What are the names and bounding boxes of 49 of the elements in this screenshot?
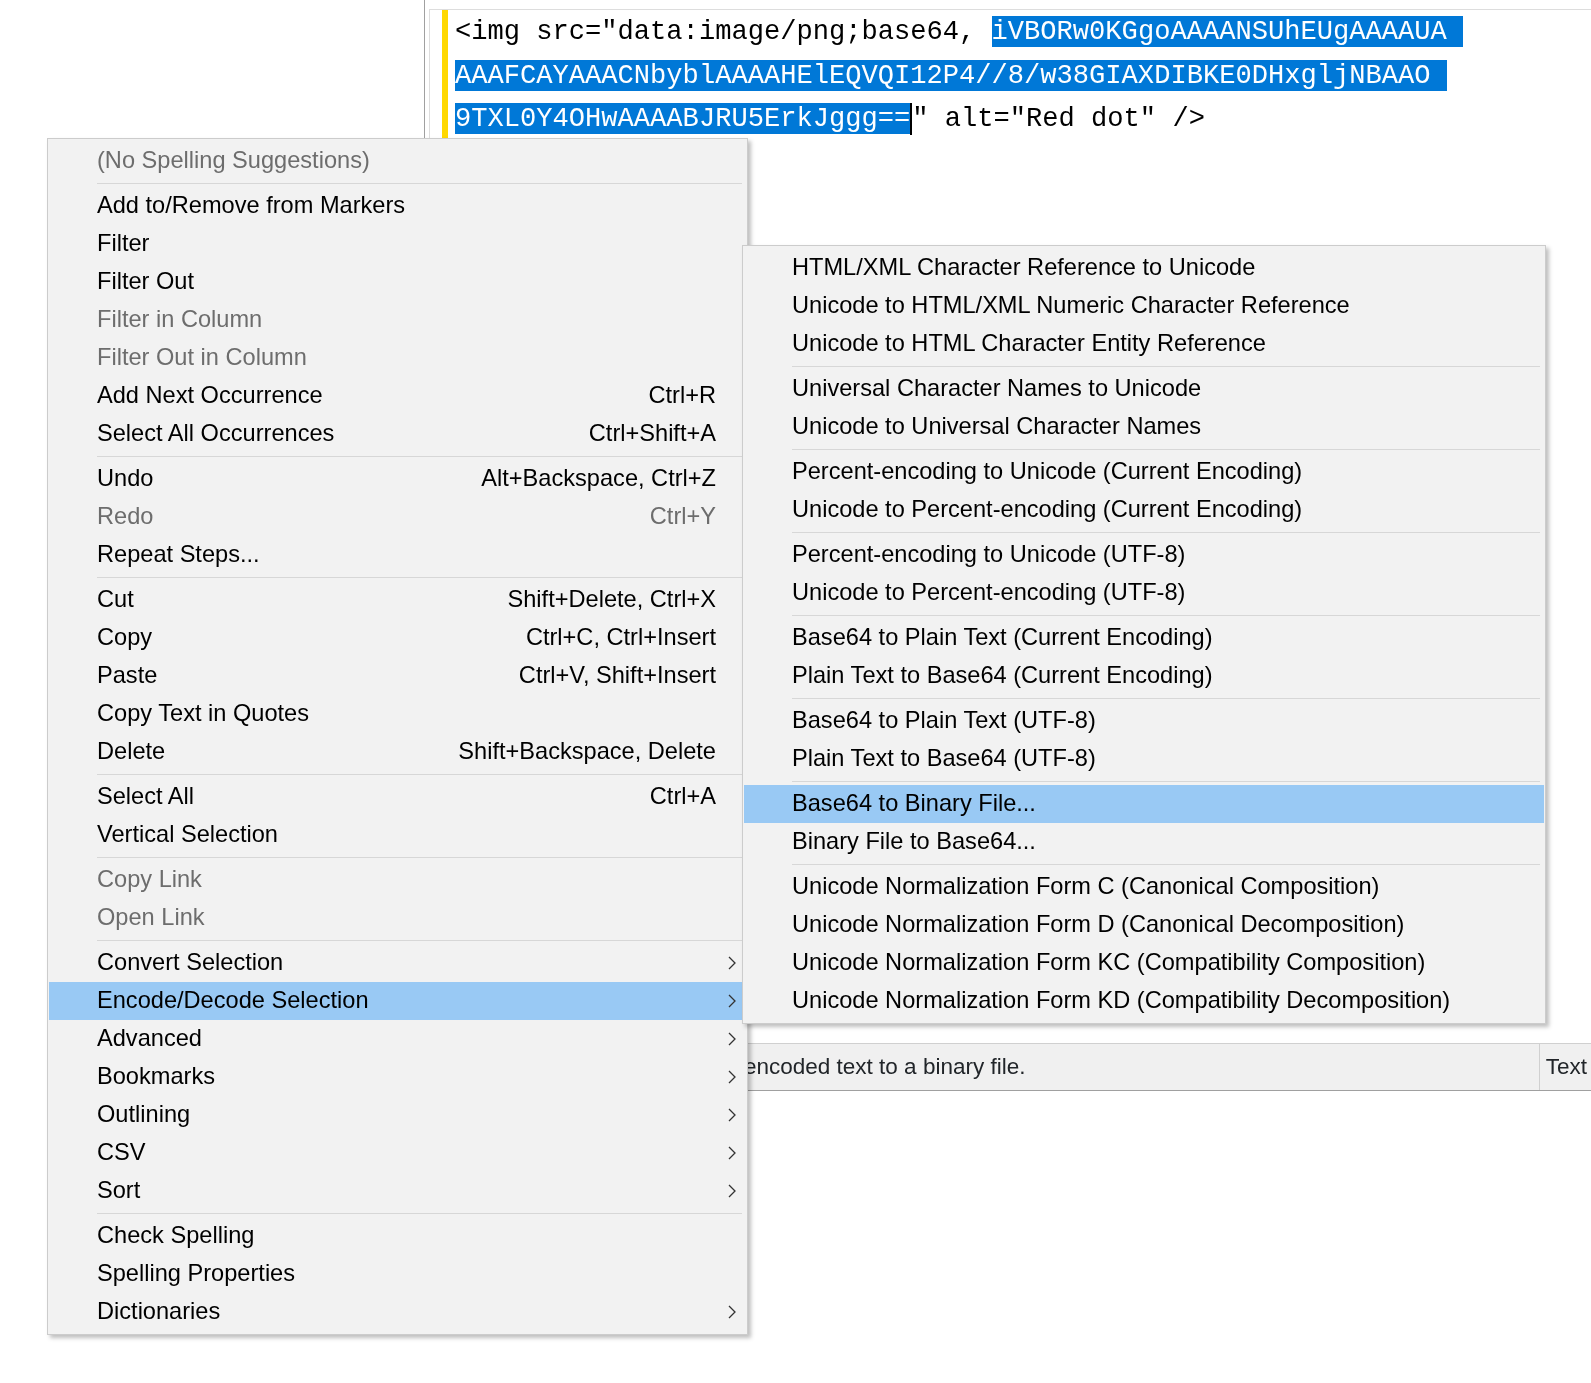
menu-item[interactable]: Select All Ctrl+A [49, 778, 746, 816]
code-text: " alt="Red dot" /> [912, 103, 1205, 134]
menu-item[interactable]: Add to/Remove from Markers [49, 187, 746, 225]
menu-item[interactable]: Dictionaries [49, 1293, 746, 1331]
menu-item[interactable]: Plain Text to Base64 (UTF-8) [744, 740, 1544, 778]
menu-item[interactable]: Universal Character Names to Unicode [744, 370, 1544, 408]
menu-item[interactable]: Spelling Properties [49, 1255, 746, 1293]
menu-item[interactable]: Copy Ctrl+C, Ctrl+Insert [49, 619, 746, 657]
menu-item[interactable]: Base64 to Binary File... [744, 785, 1544, 823]
menu-item[interactable]: Advanced [49, 1020, 746, 1058]
menu-item[interactable]: Select All Occurrences Ctrl+Shift+A [49, 415, 746, 453]
selected-text: 9TXL0Y4OHwAAAABJRU5ErkJggg== [455, 103, 911, 134]
menu-item[interactable]: Percent-encoding to Unicode (UTF-8) [744, 536, 1544, 574]
menu-item[interactable]: Vertical Selection [49, 816, 746, 854]
mode-indicator: Text [1538, 1044, 1591, 1090]
menu-item[interactable]: Convert Selection [49, 944, 746, 982]
menu-item[interactable]: Binary File to Base64... [744, 823, 1544, 861]
menu-item[interactable]: Unicode to HTML Character Entity Reference [744, 325, 1544, 363]
menu-item[interactable]: Copy Text in Quotes [49, 695, 746, 733]
menu-item[interactable]: Unicode Normalization Form C (Canonical Composition) [744, 868, 1544, 906]
menu-item[interactable]: Unicode to HTML/XML Numeric Character Reference [744, 287, 1544, 325]
menu-item[interactable]: Delete Shift+Backspace, Delete [49, 733, 746, 771]
menu-item[interactable]: Filter [49, 225, 746, 263]
menu-item[interactable]: Bookmarks [49, 1058, 746, 1096]
selected-text: AAAFCAYAAACNbyblAAAAHElEQVQI12P4//8/w38GIAXDIBKE0DHxgljNBAAO [455, 59, 1447, 91]
menu-item[interactable]: CSV [49, 1134, 746, 1172]
menu-item[interactable]: Add Next Occurrence Ctrl+R [49, 377, 746, 415]
menu-item[interactable]: Percent-encoding to Unicode (Current Encoding) [744, 453, 1544, 491]
menu-item[interactable]: Sort [49, 1172, 746, 1210]
menu-item[interactable]: Base64 to Plain Text (UTF-8) [744, 702, 1544, 740]
menu-item[interactable]: Plain Text to Base64 (Current Encoding) [744, 657, 1544, 695]
menu-item[interactable]: HTML/XML Character Reference to Unicode [744, 249, 1544, 287]
menu-item[interactable]: Unicode Normalization Form KC (Compatibility Composition) [744, 944, 1544, 982]
text-caret [910, 102, 913, 135]
menu-item[interactable]: Unicode to Percent-encoding (UTF-8) [744, 574, 1544, 612]
menu-item[interactable]: Unicode Normalization Form KD (Compatibility Decomposition) [744, 982, 1544, 1020]
menu-item[interactable]: Unicode to Universal Character Names [744, 408, 1544, 446]
menu-item[interactable]: Base64 to Plain Text (Current Encoding) [744, 619, 1544, 657]
menu-item[interactable]: Paste Ctrl+V, Shift+Insert [49, 657, 746, 695]
selected-text: iVBORw0KGgoAAAANSUhEUgAAAAUA [991, 16, 1464, 47]
code-text: <img src="data:image/png;base64, [455, 16, 977, 47]
menu-item[interactable]: Unicode Normalization Form D (Canonical Decomposition) [744, 906, 1544, 944]
menu-item[interactable]: Repeat Steps... [49, 536, 746, 574]
menu-item[interactable]: Check Spelling [49, 1217, 746, 1255]
menu-item[interactable]: Outlining [49, 1096, 746, 1134]
menu-item[interactable]: Unicode to Percent-encoding (Current Encoding) [744, 491, 1544, 529]
menu-item[interactable]: Filter Out [49, 263, 746, 301]
menu-item[interactable]: Undo Alt+Backspace, Ctrl+Z [49, 460, 746, 498]
menu-item[interactable]: Cut Shift+Delete, Ctrl+X [49, 581, 746, 619]
